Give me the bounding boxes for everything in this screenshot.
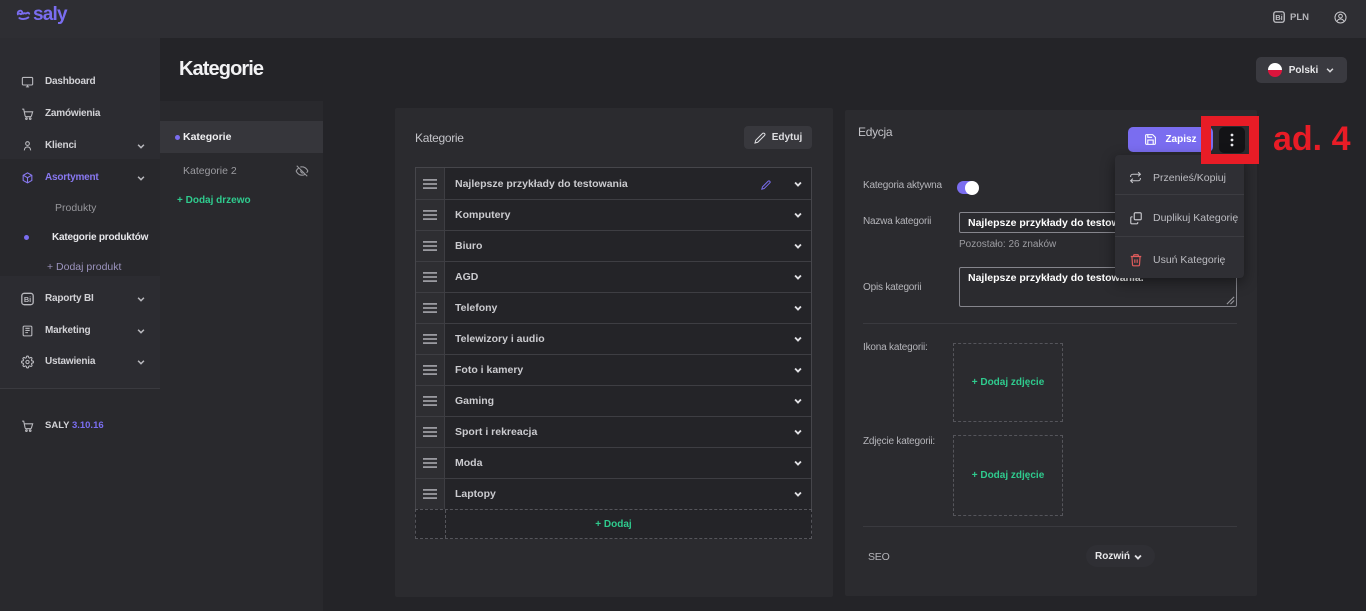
svg-text:Bi: Bi (1275, 13, 1283, 22)
svg-text:Bi: Bi (24, 294, 31, 303)
